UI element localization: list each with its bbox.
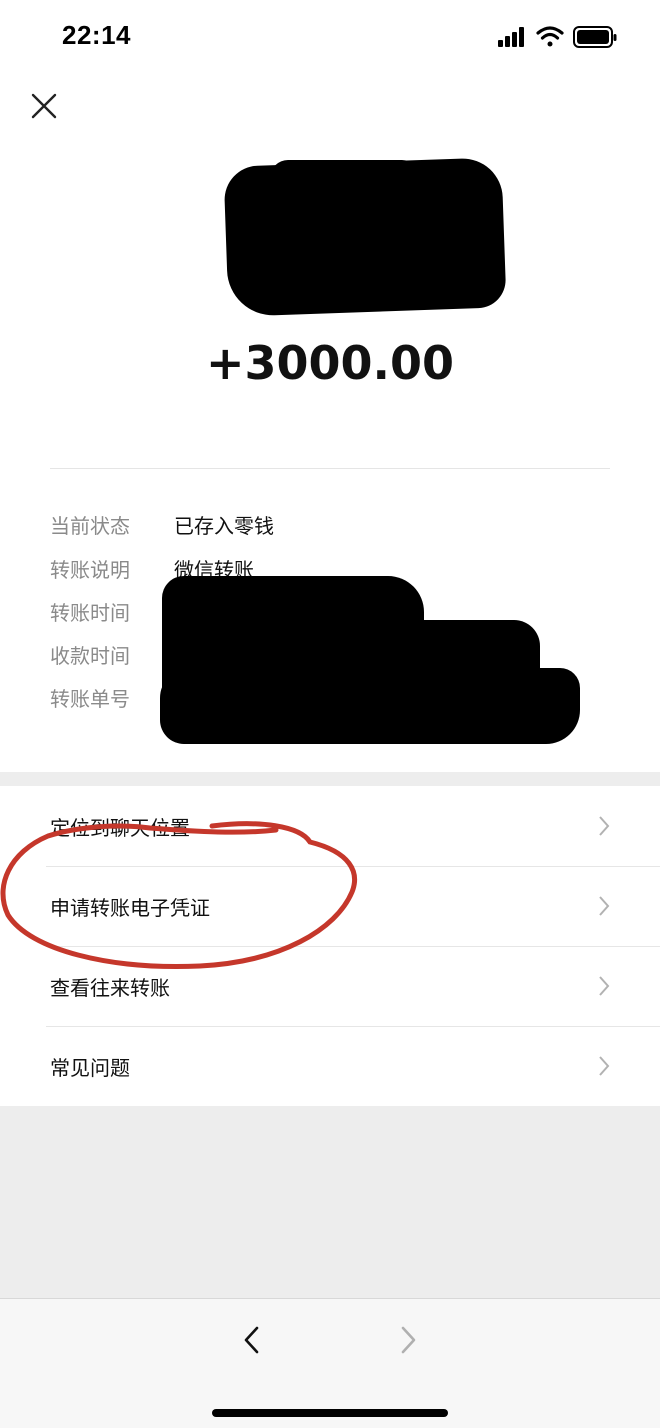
status-icons	[498, 24, 618, 56]
close-button[interactable]	[26, 88, 62, 124]
home-indicator	[212, 1409, 448, 1417]
close-icon	[31, 93, 57, 119]
menu-item-label: 常见问题	[50, 1056, 130, 1080]
battery-icon	[573, 26, 617, 48]
status-indicator-icons	[498, 26, 617, 48]
menu-item-label: 定位到聊天位置	[50, 816, 190, 840]
redaction-block	[270, 160, 420, 200]
menu-item-label: 查看往来转账	[50, 976, 170, 1000]
bottom-navigation-bar	[0, 1298, 660, 1428]
back-arrow-icon	[244, 1326, 259, 1354]
menu-item-view-transfers[interactable]: 查看往来转账	[0, 946, 660, 1026]
forward-button[interactable]	[392, 1325, 422, 1355]
detail-key: 收款时间	[50, 644, 130, 668]
detail-key: 转账时间	[50, 601, 130, 625]
menu-item-faq[interactable]: 常见问题	[0, 1026, 660, 1106]
divider	[50, 468, 610, 469]
back-button[interactable]	[238, 1325, 268, 1355]
menu-item-label: 申请转账电子凭证	[50, 896, 210, 920]
chevron-right-icon	[599, 816, 610, 836]
status-bar: 22:14	[0, 0, 660, 80]
redaction-block	[160, 668, 580, 744]
detail-key: 当前状态	[50, 514, 130, 538]
chevron-right-icon	[599, 1056, 610, 1076]
chevron-right-icon	[599, 896, 610, 916]
wifi-icon	[536, 26, 564, 47]
status-time: 22:14	[62, 20, 131, 50]
detail-key: 转账说明	[50, 558, 130, 582]
transfer-amount: +3000.00	[205, 336, 455, 390]
detail-value: 已存入零钱	[174, 514, 274, 538]
chevron-right-icon	[599, 976, 610, 996]
detail-key: 转账单号	[50, 687, 130, 711]
action-menu: 定位到聊天位置 申请转账电子凭证 查看往来转账 常见问题	[0, 786, 660, 1106]
forward-arrow-icon	[401, 1326, 416, 1354]
menu-item-locate-chat[interactable]: 定位到聊天位置	[0, 786, 660, 866]
signal-icon	[498, 27, 524, 47]
menu-item-apply-voucher[interactable]: 申请转账电子凭证	[0, 866, 660, 946]
